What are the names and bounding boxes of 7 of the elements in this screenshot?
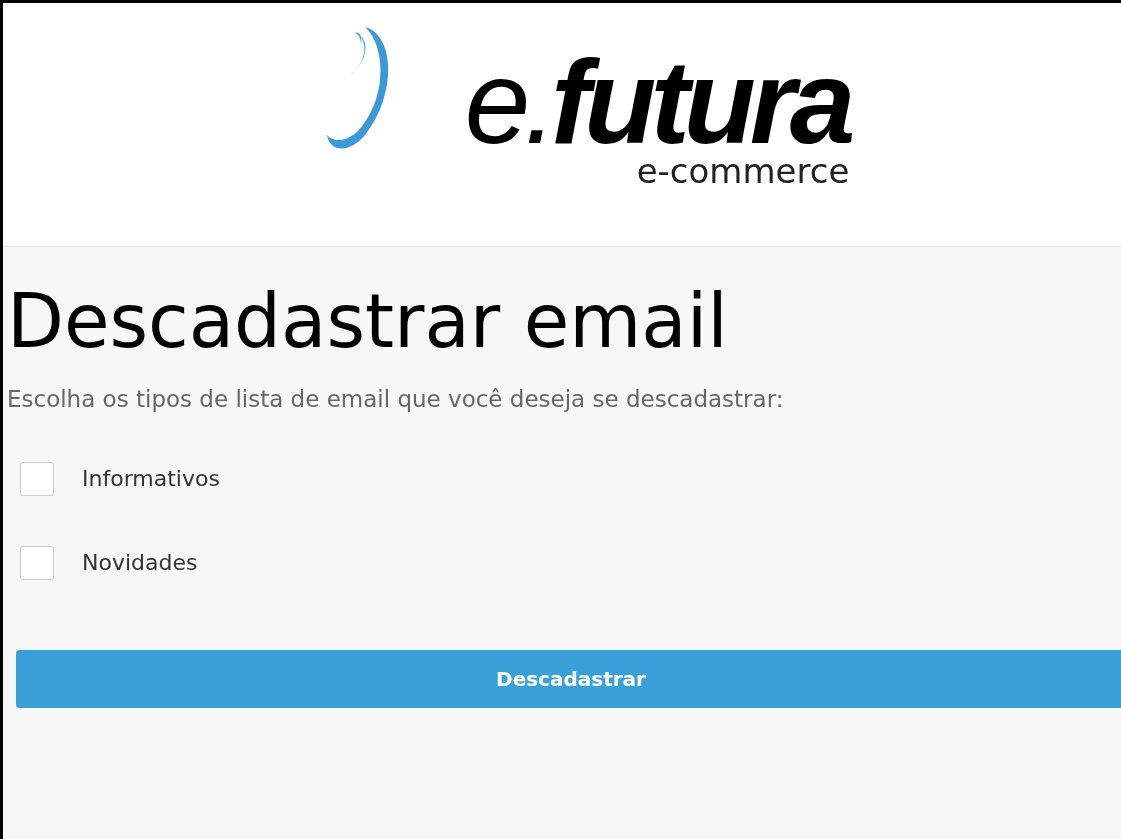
checkbox[interactable]	[20, 545, 54, 580]
checkbox-label: Informativos	[82, 466, 220, 492]
instruction-text: Escolha os tipos de lista de email que você deseja se descadastrar:	[7, 385, 784, 412]
page-title: Descadastrar email	[7, 277, 728, 366]
checkbox[interactable]	[20, 461, 54, 496]
unsubscribe-button[interactable]: Descadastrar	[16, 649, 1121, 708]
checkbox-label: Novidades	[82, 550, 198, 576]
